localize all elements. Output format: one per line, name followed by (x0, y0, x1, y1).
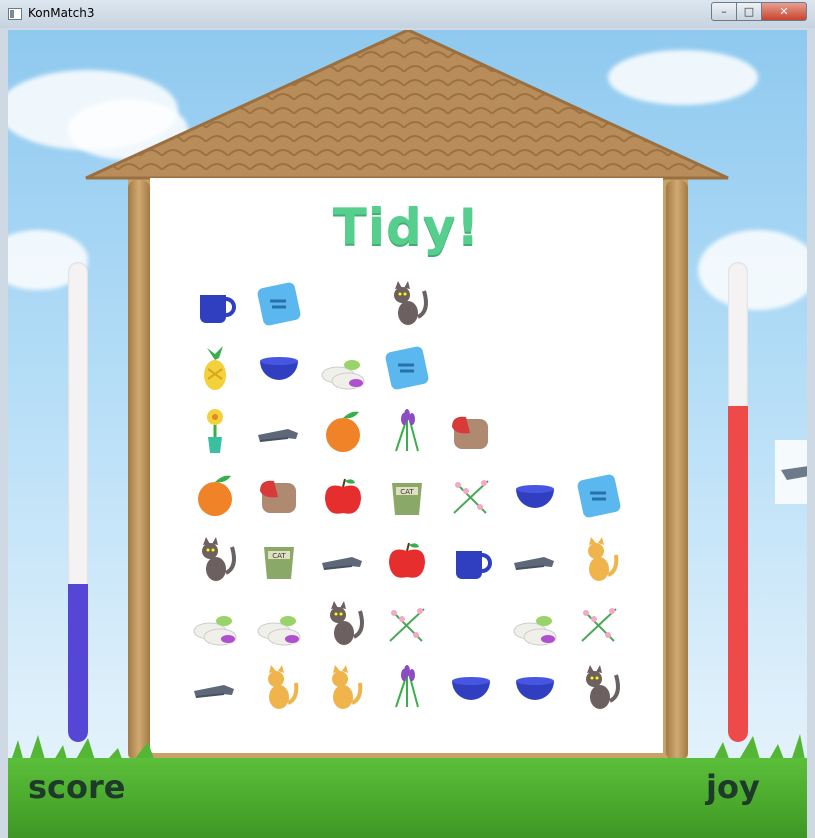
kitten-icon[interactable] (567, 528, 631, 592)
empty-cell (439, 272, 503, 336)
house-roof (85, 30, 729, 180)
joy-meter-fill (728, 406, 748, 742)
score-meter (68, 262, 88, 742)
svg-text:CAT: CAT (272, 552, 286, 560)
bowl-icon[interactable] (503, 464, 567, 528)
falling-tile (775, 440, 807, 504)
app-window: KonMatch3 – □ ✕ Tidy! CAT CAT score joy (0, 0, 815, 838)
board-title: Tidy! (332, 198, 481, 256)
pineapple-icon[interactable] (183, 336, 247, 400)
kitten-icon[interactable] (247, 656, 311, 720)
bowl-icon[interactable] (247, 336, 311, 400)
blossom-icon[interactable] (567, 592, 631, 656)
flower-vase-icon[interactable] (183, 400, 247, 464)
empty-cell (503, 272, 567, 336)
grass-ground (8, 758, 807, 838)
maximize-button[interactable]: □ (737, 2, 762, 21)
title-bar[interactable]: KonMatch3 – □ ✕ (0, 0, 815, 28)
game-scene: Tidy! CAT CAT score joy (8, 30, 807, 838)
house-post-left (128, 180, 150, 760)
score-meter-fill (68, 583, 88, 742)
mug-icon[interactable] (439, 528, 503, 592)
slippers-icon[interactable] (503, 592, 567, 656)
lavender-icon[interactable] (375, 656, 439, 720)
house-post-right (666, 180, 688, 760)
svg-text:CAT: CAT (400, 488, 414, 496)
joy-meter (728, 262, 748, 742)
slippers-icon[interactable] (183, 592, 247, 656)
app-icon (8, 8, 22, 20)
window-controls: – □ ✕ (711, 2, 807, 21)
catfood-icon[interactable]: CAT (247, 528, 311, 592)
slippers-icon[interactable] (311, 336, 375, 400)
cat-icon[interactable] (375, 272, 439, 336)
toast-icon[interactable] (439, 400, 503, 464)
orange-icon[interactable] (183, 464, 247, 528)
bowl-icon[interactable] (439, 656, 503, 720)
blossom-icon[interactable] (375, 592, 439, 656)
close-button[interactable]: ✕ (762, 2, 807, 21)
socks-icon[interactable] (311, 528, 375, 592)
empty-cell (567, 272, 631, 336)
joy-label: joy (706, 768, 760, 806)
book-icon[interactable] (247, 272, 311, 336)
window-title: KonMatch3 (28, 6, 95, 20)
blossom-icon[interactable] (439, 464, 503, 528)
minimize-button[interactable]: – (711, 2, 737, 21)
empty-cell (503, 400, 567, 464)
book-icon[interactable] (567, 464, 631, 528)
mug-icon[interactable] (183, 272, 247, 336)
book-icon[interactable] (375, 336, 439, 400)
empty-cell (567, 400, 631, 464)
game-board: Tidy! CAT CAT (150, 178, 663, 753)
cloud (698, 230, 807, 310)
socks-icon[interactable] (247, 400, 311, 464)
empty-cell (503, 336, 567, 400)
cat-icon[interactable] (567, 656, 631, 720)
empty-cell (311, 272, 375, 336)
empty-cell (439, 592, 503, 656)
lavender-icon[interactable] (375, 400, 439, 464)
empty-cell (567, 336, 631, 400)
apple-icon[interactable] (311, 464, 375, 528)
kitten-icon[interactable] (311, 656, 375, 720)
cat-icon[interactable] (183, 528, 247, 592)
empty-cell (439, 336, 503, 400)
socks-icon[interactable] (183, 656, 247, 720)
orange-icon[interactable] (311, 400, 375, 464)
tile-grid: CAT CAT (183, 272, 631, 720)
socks-icon[interactable] (503, 528, 567, 592)
apple-icon[interactable] (375, 528, 439, 592)
toast-icon[interactable] (247, 464, 311, 528)
bowl-icon[interactable] (503, 656, 567, 720)
catfood-icon[interactable]: CAT (375, 464, 439, 528)
slippers-icon[interactable] (247, 592, 311, 656)
cat-icon[interactable] (311, 592, 375, 656)
score-label: score (28, 768, 126, 806)
